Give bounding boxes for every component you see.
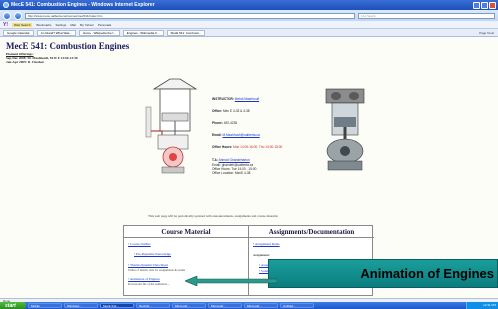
ta-label: T.A: xyxy=(212,158,218,162)
assignments-label: Assignments: xyxy=(253,253,271,257)
taskbar-item[interactable]: NeoCal... xyxy=(136,303,170,308)
animation-callout-banner: Animation of Engines xyxy=(268,259,498,288)
tab-mece541[interactable]: MecE 541: Combusti... xyxy=(166,29,205,36)
page-title: MecE 541: Combustion Engines xyxy=(6,41,130,51)
office-hours-label: Office Hours: xyxy=(212,145,233,149)
personals-link[interactable]: Personals xyxy=(98,23,111,27)
maximize-button[interactable] xyxy=(481,1,488,9)
web-search-button[interactable]: Web Search xyxy=(12,22,33,27)
tab-island[interactable]: An Island? What Was... xyxy=(36,29,76,36)
callout-text: Animation of Engines xyxy=(360,266,494,281)
close-button[interactable] xyxy=(489,1,496,9)
window-title: MecE 541: Combustion Engines - Windows I… xyxy=(11,2,155,8)
taskbar-item[interactable]: Microsoft... xyxy=(244,303,278,308)
animation-of-engines-link[interactable]: Animation of Engines xyxy=(128,277,160,281)
forward-button[interactable] xyxy=(14,11,22,20)
address-bar: http://www.mece.ualberta.ca/courses/mec5… xyxy=(0,10,498,21)
bookmarks-link[interactable]: Bookmarks xyxy=(36,23,51,27)
taskbar-item[interactable]: Windows... xyxy=(64,303,98,308)
phone-value: 492-4235 xyxy=(223,121,238,125)
tab-wikipedia[interactable]: Home - Wikipedia the f... xyxy=(78,29,120,36)
settings-link[interactable]: Settings xyxy=(55,23,66,27)
instructor-link[interactable]: Mehdi Mashhoufi xyxy=(235,97,259,101)
yahoo-logo[interactable]: Y! xyxy=(3,22,8,28)
thermo-data-sheet-link[interactable]: Thermodynamic Data Sheet xyxy=(128,263,168,267)
taskbar-item[interactable]: Mobile xyxy=(28,303,62,308)
taskbar-item[interactable]: Microsoft... xyxy=(172,303,206,308)
ta-link[interactable]: Ahmad Ghandehariun xyxy=(219,158,250,162)
my-yahoo-link[interactable]: My Yahoo! xyxy=(80,23,94,27)
engine-schematic-image xyxy=(145,78,198,174)
back-button[interactable] xyxy=(3,11,11,20)
taskbar-item[interactable]: Untitled... xyxy=(280,303,314,308)
ta-office: Office Location: MecE 4-38 xyxy=(212,171,251,175)
system-tray-clock[interactable]: 12:31 PM xyxy=(466,302,498,309)
assignment-rules-link[interactable]: Assignment Rules xyxy=(253,242,280,246)
prerequisite-knowledge-link[interactable]: Pre-Requisite Knowledge xyxy=(134,252,171,256)
offering-winter: Jan-Apr 2009: D. Checkel xyxy=(6,60,44,64)
office-label: Office: xyxy=(212,109,223,113)
tab-google-calendar[interactable]: Google Calendar xyxy=(3,29,34,36)
mail-link[interactable]: Mail xyxy=(70,23,76,27)
toolbar-links: Y! Web Search Bookmarks Settings Mail My… xyxy=(0,21,498,29)
taskbar-item[interactable]: MecE 541... xyxy=(100,303,134,308)
office-hours-value: Mon 14:00-16:00, Thu 13:00-15:00 xyxy=(233,145,283,149)
engine-cutaway-image xyxy=(325,88,365,171)
phone-label: Phone: xyxy=(212,121,223,125)
start-button[interactable]: start xyxy=(0,302,26,309)
search-input[interactable]: Live Search xyxy=(358,12,495,19)
email-label: Email: xyxy=(212,133,222,137)
url-input[interactable]: http://www.mece.ualberta.ca/courses/mec5… xyxy=(25,12,355,19)
minimize-button[interactable] xyxy=(473,1,480,9)
course-material-header: Course Material xyxy=(124,226,248,238)
window-controls xyxy=(473,1,496,9)
window-title-bar: MecE 541: Combustion Engines - Windows I… xyxy=(0,0,498,10)
arrow-left-icon xyxy=(185,276,277,286)
taskbar-item[interactable]: Microsoft... xyxy=(208,303,242,308)
page-tools-menu[interactable]: Page Tools xyxy=(479,31,494,35)
tab-wikimedia[interactable]: Engines - Wikimedia C... xyxy=(122,29,164,36)
animation-note: Powerpoint file of the animation... xyxy=(128,282,170,286)
office-value: Mec E 4-33 & 4-38 xyxy=(223,109,250,113)
internet-explorer-icon xyxy=(3,2,9,8)
email-link[interactable]: M.Mashhoufi@ualberta.ca xyxy=(222,133,259,137)
thermo-data-note: Tables of thermo data for assignments & … xyxy=(128,268,186,272)
instructor-label: INSTRUCTOR: xyxy=(212,97,234,101)
assignments-header: Assignments/Documentation xyxy=(249,226,374,238)
course-outline-link[interactable]: Course Outline xyxy=(128,242,151,246)
announcement-text: This web page will be periodically updat… xyxy=(148,214,279,218)
windows-taskbar: start Mobile Windows... MecE 541... NeoC… xyxy=(0,302,498,309)
tab-bar: Google Calendar An Island? What Was... H… xyxy=(0,29,498,37)
